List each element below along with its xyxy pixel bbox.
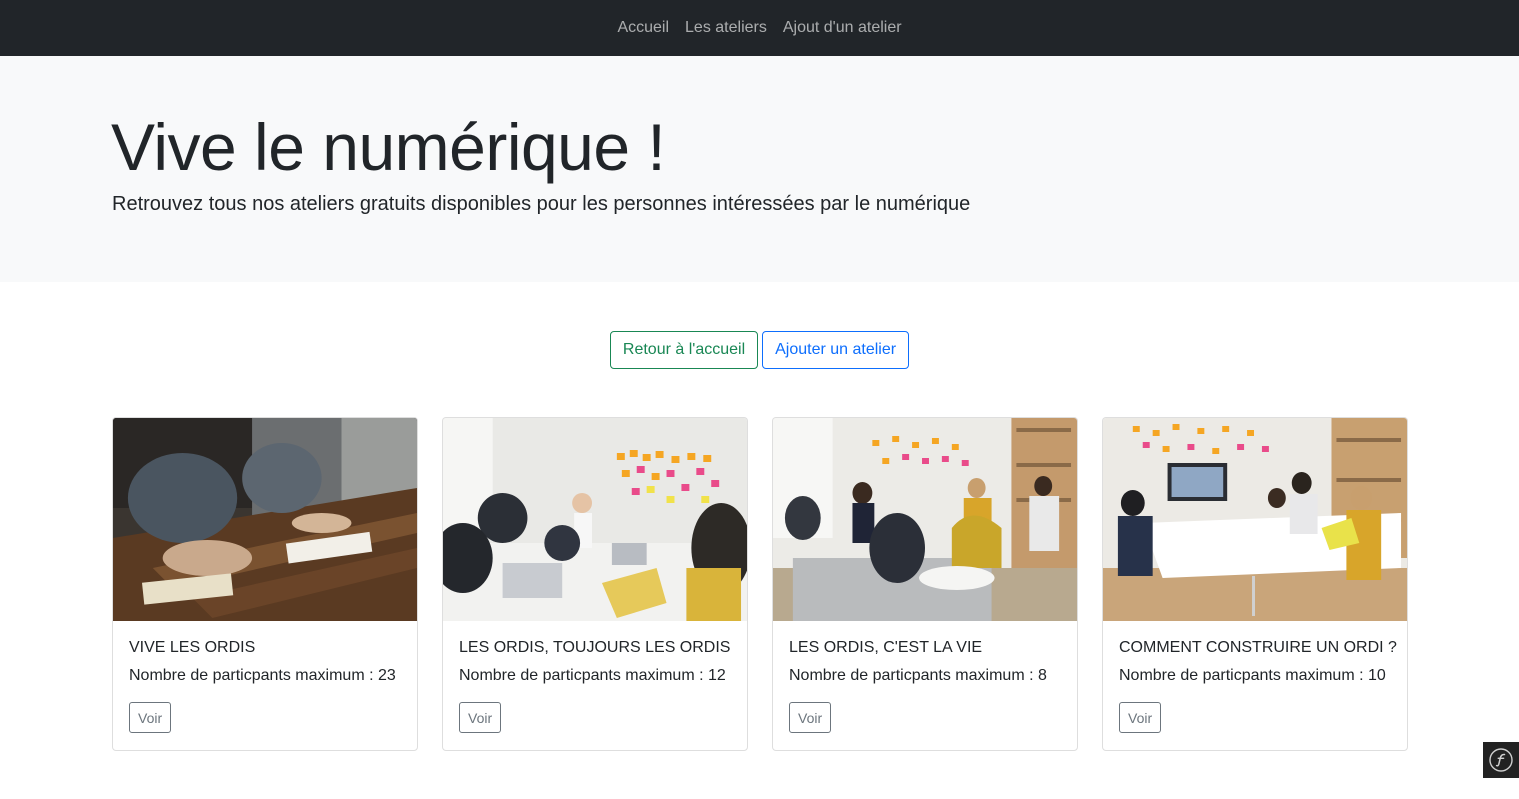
jumbotron: Vive le numérique ! Retrouvez tous nos a… <box>0 56 1519 282</box>
atelier-card: LES ORDIS, TOUJOURS LES ORDIS Nombre de … <box>442 417 748 751</box>
atelier-cards: VIVE LES ORDIS Nombre de particpants max… <box>112 417 1408 751</box>
nav-link-ateliers[interactable]: Les ateliers <box>685 19 767 37</box>
atelier-card: LES ORDIS, C'EST LA VIE Nombre de partic… <box>772 417 1078 751</box>
nav-link-ajout-atelier[interactable]: Ajout d'un atelier <box>783 19 902 37</box>
atelier-image <box>1103 418 1407 621</box>
page-subtitle: Retrouvez tous nos ateliers gratuits dis… <box>112 193 971 215</box>
card-participants: Nombre de particpants maximum : 10 <box>1119 667 1386 684</box>
atelier-image <box>113 418 417 621</box>
navbar: Accueil Les ateliers Ajout d'un atelier <box>0 0 1519 56</box>
card-title: VIVE LES ORDIS <box>129 639 256 656</box>
voir-button[interactable]: Voir <box>129 702 172 733</box>
page-title: Vive le numérique ! <box>111 110 666 184</box>
atelier-card: COMMENT CONSTRUIRE UN ORDI ? Nombre de p… <box>1102 417 1408 751</box>
voir-button[interactable]: Voir <box>789 702 832 733</box>
add-atelier-button[interactable]: Ajouter un atelier <box>762 331 910 369</box>
nav-link-accueil[interactable]: Accueil <box>617 19 669 37</box>
atelier-image <box>443 418 747 621</box>
card-title: COMMENT CONSTRUIRE UN ORDI ? <box>1119 639 1397 656</box>
card-participants: Nombre de particpants maximum : 23 <box>129 667 396 684</box>
action-buttons: Retour à l'accueil Ajouter un atelier <box>0 331 1519 369</box>
atelier-card: VIVE LES ORDIS Nombre de particpants max… <box>112 417 418 751</box>
card-title: LES ORDIS, C'EST LA VIE <box>789 639 983 656</box>
card-participants: Nombre de particpants maximum : 12 <box>459 667 726 684</box>
symfony-toolbar-toggle[interactable] <box>1483 742 1519 778</box>
card-participants: Nombre de particpants maximum : 8 <box>789 667 1047 684</box>
back-home-button[interactable]: Retour à l'accueil <box>609 331 759 369</box>
atelier-image <box>773 418 1077 621</box>
voir-button[interactable]: Voir <box>1119 702 1162 733</box>
voir-button[interactable]: Voir <box>459 702 502 733</box>
symfony-icon <box>1489 748 1513 772</box>
card-title: LES ORDIS, TOUJOURS LES ORDIS <box>459 639 731 656</box>
